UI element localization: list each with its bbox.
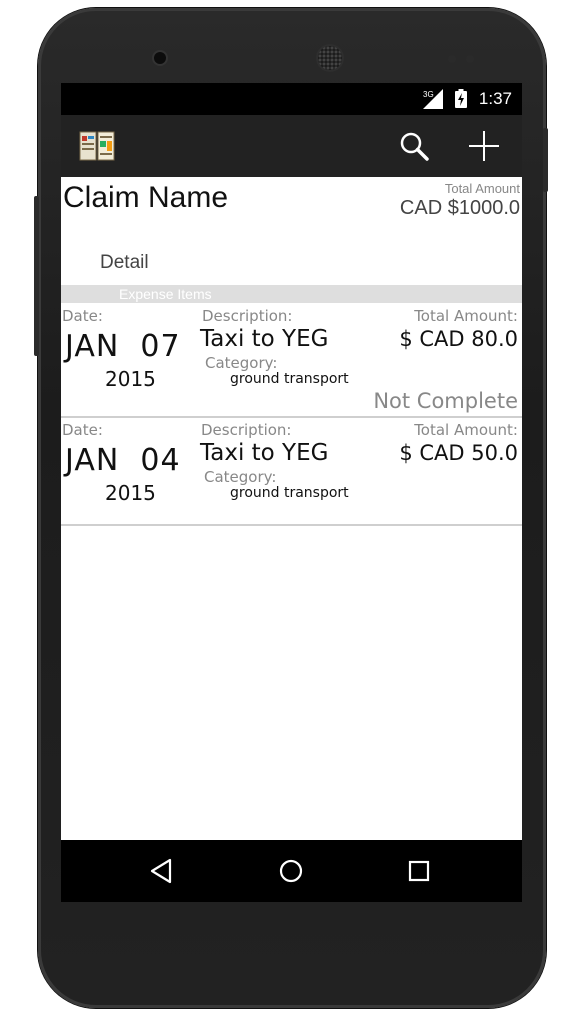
detail-button[interactable]: Detail xyxy=(100,252,149,274)
item-year: 2015 xyxy=(105,367,156,391)
search-icon[interactable] xyxy=(397,129,431,163)
expense-item[interactable]: Date: JAN 04 2015 Description: Taxi to Y… xyxy=(61,418,522,524)
claim-total-label: Total Amount xyxy=(444,181,520,196)
category-label: Category: xyxy=(204,468,277,486)
signal-icon: 3G xyxy=(423,89,443,109)
svg-text:3G: 3G xyxy=(423,90,434,99)
volume-button xyxy=(34,196,39,356)
item-year: 2015 xyxy=(105,481,156,505)
item-category: ground transport xyxy=(230,371,349,387)
description-label: Description: xyxy=(202,307,293,325)
navigation-bar xyxy=(61,840,522,902)
claim-name: Claim Name xyxy=(63,181,229,214)
item-amount: $ CAD 50.0 xyxy=(399,441,518,465)
expense-items-header: Expense Items xyxy=(61,285,522,303)
category-label: Category: xyxy=(205,354,278,372)
item-category: ground transport xyxy=(230,485,349,501)
date-label: Date: xyxy=(62,421,103,439)
item-description: Taxi to YEG xyxy=(200,440,329,466)
back-triangle-icon[interactable] xyxy=(147,856,177,886)
battery-charging-icon xyxy=(455,89,467,108)
proximity-sensor xyxy=(448,55,456,63)
status-time: 1:37 xyxy=(478,89,512,108)
power-button xyxy=(543,128,548,192)
description-label: Description: xyxy=(201,421,292,439)
device-screen: 3G 1:37 Claim Name Total Amount CAD $100… xyxy=(61,83,522,902)
item-amount: $ CAD 80.0 xyxy=(399,327,518,351)
plus-icon[interactable] xyxy=(467,129,501,163)
amount-label: Total Amount: xyxy=(414,307,518,325)
claim-content: Claim Name Total Amount CAD $1000.0 Deta… xyxy=(61,177,522,840)
item-month-day: JAN 07 xyxy=(65,329,181,364)
item-description: Taxi to YEG xyxy=(200,326,329,352)
date-label: Date: xyxy=(62,307,103,325)
home-circle-icon[interactable] xyxy=(276,856,306,886)
expense-item[interactable]: Date: JAN 07 2015 Description: Taxi to Y… xyxy=(61,303,522,416)
row-divider xyxy=(61,524,522,526)
expense-items-header-label: Expense Items xyxy=(119,286,212,302)
status-bar: 3G 1:37 xyxy=(61,83,522,115)
light-sensor xyxy=(466,55,474,63)
earpiece-speaker xyxy=(318,46,342,70)
expense-app-icon[interactable] xyxy=(79,129,115,163)
claim-total-value: CAD $1000.0 xyxy=(399,197,520,219)
amount-label: Total Amount: xyxy=(414,421,518,439)
item-month-day: JAN 04 xyxy=(65,443,181,478)
recents-square-icon[interactable] xyxy=(404,856,434,886)
action-bar xyxy=(61,115,522,177)
item-status: Not Complete xyxy=(373,389,518,413)
front-camera xyxy=(154,52,166,64)
